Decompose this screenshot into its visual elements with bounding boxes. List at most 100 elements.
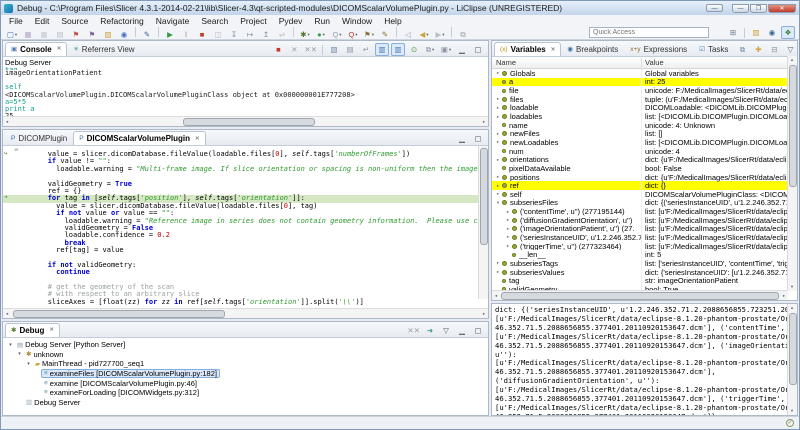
tree-expand-icon[interactable]: ▾: [7, 342, 14, 348]
variable-row[interactable]: ▸('imageOrientationPatient', u'') (27.li…: [492, 225, 788, 234]
close-icon[interactable]: ✕: [195, 136, 200, 142]
open-console-dropdown[interactable]: ⧉▾: [423, 43, 437, 56]
view-menu-button[interactable]: ▽: [783, 43, 797, 56]
editor-tab-dicomplugin[interactable]: PDICOMPlugin: [5, 131, 73, 145]
terminate-console-button[interactable]: ■: [271, 43, 285, 56]
tree-expand-icon[interactable]: ▸: [494, 269, 502, 275]
tree-expand-icon[interactable]: ▸: [504, 217, 512, 223]
tree-expand-icon[interactable]: ▸: [494, 131, 502, 137]
variable-row[interactable]: ▸newLoadableslist: [<DICOMLib.DICOMPlugi…: [492, 138, 788, 147]
variable-row[interactable]: ▸refdict: {}: [492, 181, 788, 190]
maximize-button[interactable]: ▢: [471, 132, 485, 145]
variable-row[interactable]: aint: 25: [492, 78, 788, 87]
close-icon[interactable]: ✕: [57, 46, 62, 52]
debug-tree-item[interactable]: ▾✱unknown: [5, 350, 488, 360]
variable-row[interactable]: nameunicode: 4: Unknown: [492, 121, 788, 130]
tree-expand-icon[interactable]: ▸: [494, 174, 502, 180]
title-bar[interactable]: Debug - C:\Program Files\Slicer 4.3.1-20…: [1, 1, 799, 15]
collapse-all-button[interactable]: ⊟: [767, 43, 781, 56]
debug-tab-debug[interactable]: ✱Debug✕: [5, 323, 60, 337]
connect-debugger-button[interactable]: ➜: [423, 324, 437, 337]
console-tab-referrers-view[interactable]: ✳Referrers View: [67, 42, 140, 56]
minimize-button[interactable]: ▁: [455, 324, 469, 337]
maximize-button[interactable]: ▢: [471, 324, 485, 337]
debug-tree-item[interactable]: ▾▰MainThread - pid727700_seq1: [5, 359, 488, 369]
perspective-resource-button[interactable]: ▨: [749, 26, 763, 39]
variable-row[interactable]: ▸newFileslist: []: [492, 129, 788, 138]
variable-detail-text[interactable]: dict: {('seriesInstanceUID', u'1.2.246.3…: [492, 304, 797, 415]
tree-expand-icon[interactable]: ▾: [16, 351, 23, 357]
tree-expand-icon[interactable]: ▸: [494, 260, 502, 266]
show-logical-structure-button[interactable]: ⧉: [735, 43, 749, 56]
tree-expand-icon[interactable]: ▾: [494, 200, 502, 206]
console-tab-console[interactable]: ▣Console✕: [5, 42, 67, 56]
variable-row[interactable]: pixelDataAvailablebool: False: [492, 164, 788, 173]
perspective-debug-button[interactable]: ❖: [781, 26, 795, 39]
variable-row[interactable]: numunicode: 4: [492, 147, 788, 156]
show-stderr-button[interactable]: ▥: [391, 43, 405, 56]
variables-tab-variables[interactable]: (x)Variables✕: [494, 42, 561, 56]
variable-row[interactable]: ▸filestuple: (u'F:/MedicalImages/SlicerR…: [492, 95, 788, 104]
tree-expand-icon[interactable]: ▸: [494, 96, 502, 102]
tree-expand-icon[interactable]: ▸: [504, 209, 512, 215]
variable-row[interactable]: ▸('diffusionGradientOrientation', u'')li…: [492, 216, 788, 225]
code-line[interactable]: ref[tag] = value: [3, 247, 479, 254]
variable-row[interactable]: ▸loadableslist: [<DICOMLib.DICOMPlugin.D…: [492, 112, 788, 121]
remove-launch-button[interactable]: ✕: [287, 43, 301, 56]
close-window-button[interactable]: ✕: [768, 4, 796, 13]
variable-row[interactable]: ▸positionsdict: {u'F:/MedicalImages/Slic…: [492, 173, 788, 182]
new-expression-button[interactable]: ✚: [751, 43, 765, 56]
variable-row[interactable]: ▸loadableDICOMLoadable: <DICOMLib.DICOMP…: [492, 104, 788, 113]
clear-console-button[interactable]: ▧: [327, 43, 341, 56]
tree-expand-icon[interactable]: ▾: [25, 361, 32, 367]
variables-tab-expressions[interactable]: x+yExpressions: [624, 42, 693, 56]
variable-row[interactable]: ▸('triggerTime', u'') (277323464)list: […: [492, 242, 788, 251]
debug-tree-item[interactable]: ▾▤Debug Server [Python Server]: [5, 340, 488, 350]
debug-tree-item[interactable]: ≡examineForLoading [DICOMWidgets.py:312]: [5, 388, 488, 398]
tree-expand-icon[interactable]: ▸: [494, 105, 502, 111]
word-wrap-button[interactable]: ↵: [359, 43, 373, 56]
variables-tab-tasks[interactable]: ☑Tasks: [693, 42, 734, 56]
code-line[interactable]: sliceAxes = [float(zz) for zz in ref[sel…: [3, 299, 479, 306]
tree-expand-icon[interactable]: ▸: [494, 114, 502, 120]
perspective-pydev-button[interactable]: ◉: [765, 26, 779, 39]
code-line[interactable]: continue: [3, 269, 479, 276]
variable-row[interactable]: ▾subseriesFilesdict: {('seriesInstanceUI…: [492, 199, 788, 208]
variable-row[interactable]: ▸subseriesValuesdict: {'seriesInstanceUI…: [492, 268, 788, 277]
display-console-dropdown[interactable]: ▣▾: [439, 43, 453, 56]
remove-all-terminated-button[interactable]: ✕✕: [406, 324, 421, 337]
pin-console-button[interactable]: ⊙: [407, 43, 421, 56]
tree-expand-icon[interactable]: ▸: [504, 243, 512, 249]
variables-vscrollbar[interactable]: ▴▾: [787, 56, 797, 291]
remove-all-launches-button[interactable]: ✕✕: [303, 43, 318, 56]
variable-row[interactable]: tagstr: imageOrientationPatient: [492, 276, 788, 285]
console-output[interactable]: tagimageOrientationPatient self<DICOMSca…: [3, 67, 488, 116]
minimize-button[interactable]: ▁: [455, 43, 469, 56]
close-icon[interactable]: ✕: [49, 327, 54, 333]
code-area[interactable]: #↪ value = slicer.dicomDatabase.fileValu…: [3, 146, 479, 308]
tree-expand-icon[interactable]: ▸: [504, 234, 512, 240]
variables-hscrollbar[interactable]: ◂▸: [492, 290, 788, 300]
variable-row[interactable]: fileunicode: F:/MedicalImages/SlicerRt/d…: [492, 86, 788, 95]
tree-expand-icon[interactable]: ▸: [494, 191, 502, 197]
debug-tree-item[interactable]: ≡examineFiles [DICOMScalarVolumePlugin.p…: [5, 369, 488, 379]
maximize-button[interactable]: ▢: [471, 43, 485, 56]
editor-vscrollbar[interactable]: [478, 146, 488, 299]
variable-row[interactable]: ▸('contentTime', u'') (277195144)list: […: [492, 207, 788, 216]
restore-window-button[interactable]: ❐: [750, 4, 767, 13]
variables-tab-breakpoints[interactable]: ◉Breakpoints: [561, 42, 624, 56]
code-line[interactable]: loadable.warning = "Multi-frame image. I…: [3, 166, 479, 173]
scroll-lock-button[interactable]: ▤: [343, 43, 357, 56]
view-menu-button[interactable]: ▽: [439, 324, 453, 337]
debug-tree-item[interactable]: ≡examine [DICOMScalarVolumePlugin.py:46]: [5, 378, 488, 388]
show-stdout-button[interactable]: ▥: [375, 43, 389, 56]
editor-body[interactable]: #↪ value = slicer.dicomDatabase.fileValu…: [3, 146, 488, 308]
console-hscrollbar[interactable]: ◂▸: [3, 116, 488, 126]
debug-tree-item[interactable]: ▥Debug Server: [5, 398, 488, 408]
extra-window-button[interactable]: —: [706, 4, 723, 12]
tree-expand-icon[interactable]: ▸: [504, 226, 512, 232]
minimize-button[interactable]: ▁: [455, 132, 469, 145]
editor-tab-dicomscalarvolumeplugin[interactable]: PDICOMScalarVolumePlugin✕: [73, 131, 205, 145]
editor-hscrollbar[interactable]: ◂▸: [3, 308, 488, 318]
variable-row[interactable]: ▸GlobalsGlobal variables: [492, 69, 788, 78]
